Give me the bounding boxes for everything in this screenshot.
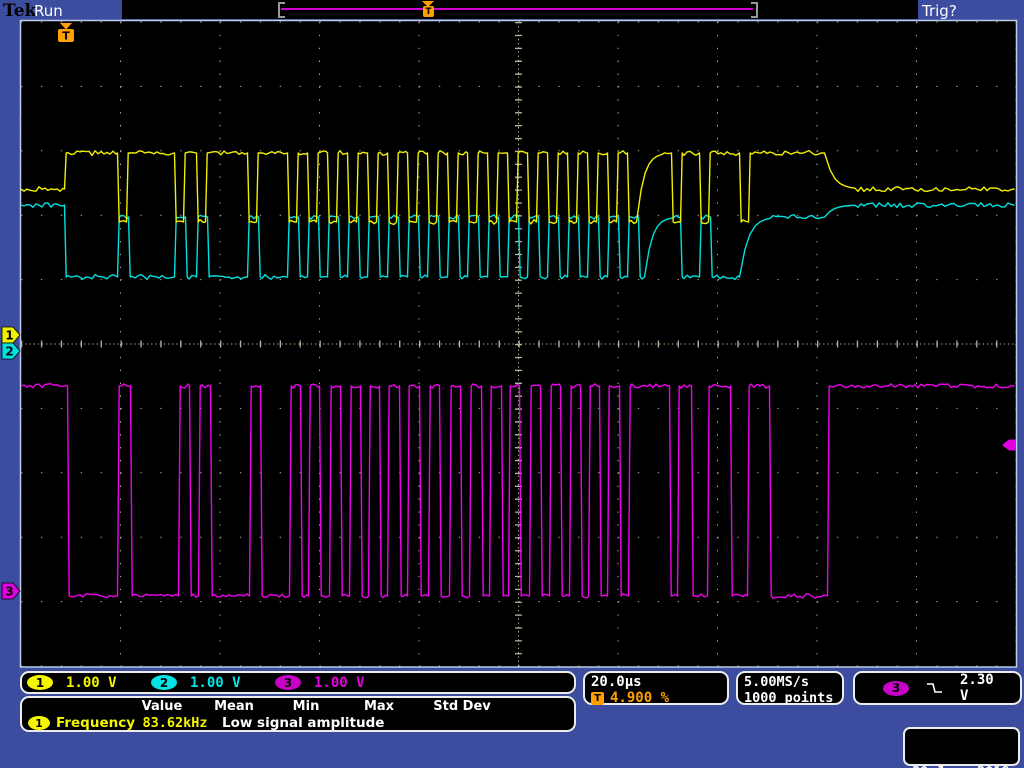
ch2-scale-group: 2 1.00 V [151, 675, 275, 691]
ch1-badge: 1 [27, 675, 53, 690]
acquisition-status: Run [34, 2, 63, 20]
ch1-trace [20, 149, 1015, 226]
meas-header-stddev: Std Dev [433, 699, 491, 714]
record-view-bar: T [122, 0, 918, 19]
ch3-scale: 1.00 V [314, 674, 365, 691]
meas-ch-badge: 1 [28, 716, 50, 730]
ch3-trace [20, 383, 1015, 599]
trigger-pos-t-label: T [62, 30, 70, 43]
record-length: 1000 points [744, 690, 834, 706]
horizontal-readout: 20.0µs T 4.900 % [583, 671, 729, 706]
ch1-ref-label: 1 [5, 329, 13, 343]
measurement-readout: Value Mean Min Max Std Dev 1 Frequency 8… [20, 696, 576, 732]
record-window-right-bracket [751, 2, 758, 18]
sample-rate: 5.00MS/s [744, 674, 810, 690]
ch2-ref-marker [1, 342, 21, 360]
falling-edge-icon [927, 683, 942, 693]
date-label: 30 Jan 2018 [912, 764, 1011, 768]
tek-logo: Tek [3, 1, 37, 21]
graticule-frame [19, 19, 1018, 668]
trigger-level: 2.30 V [959, 672, 994, 704]
meas-value: 83.62kHz [142, 715, 208, 731]
acquisition-readout: 5.00MS/s 1000 points [736, 671, 844, 706]
trigger-readout: 3 2.30 V [853, 671, 1022, 705]
trigger-pos-arrow-icon [60, 23, 72, 30]
record-preview-trace [281, 8, 753, 10]
ch1-scale: 1.00 V [66, 674, 117, 691]
ch3-ref-marker [1, 582, 21, 600]
meas-header-max: Max [363, 699, 395, 714]
ch2-trace [20, 201, 1015, 281]
trigger-position-t-icon: T [423, 6, 434, 17]
timebase: 20.0µs [591, 674, 642, 690]
meas-row-channel: 1 Frequency [28, 715, 135, 731]
ch2-scale: 1.00 V [190, 674, 241, 691]
ch3-ref-label: 3 [5, 585, 13, 599]
trigger-position-percent: 4.900 % [610, 690, 670, 706]
ch1-scale-group: 1 1.00 V [27, 675, 151, 691]
trigger-pos-flag-icon [58, 29, 74, 42]
trigger-source-badge: 3 [883, 680, 909, 696]
datetime-readout: 30 Jan 2018 20:31:23 [903, 727, 1020, 768]
meas-note: Low signal amplitude [222, 715, 385, 731]
oscilloscope-screen: Tek Run Trig? T 1 2 3 T 1 1.00 V 2 1.00 V 3… [0, 0, 1024, 768]
ch3-scale-group: 3 1.00 V [275, 675, 399, 691]
ch2-ref-label: 2 [5, 345, 13, 359]
ch1-ref-marker [1, 326, 21, 344]
trigger-t-icon: T [591, 691, 604, 705]
trigger-status: Trig? [922, 2, 957, 20]
scope-display: 1 2 3 T [1, 19, 1018, 668]
ch3-badge: 3 [275, 675, 301, 690]
record-window-left-bracket [278, 2, 285, 18]
ch2-badge: 2 [151, 675, 177, 690]
meas-header-mean: Mean [214, 699, 254, 714]
meas-header-min: Min [292, 699, 320, 714]
meas-header-value: Value [141, 699, 183, 714]
trigger-level-arrow-icon [1002, 439, 1016, 451]
meas-name: Frequency [56, 715, 136, 731]
channel-scale-readout: 1 1.00 V 2 1.00 V 3 1.00 V [20, 671, 576, 694]
